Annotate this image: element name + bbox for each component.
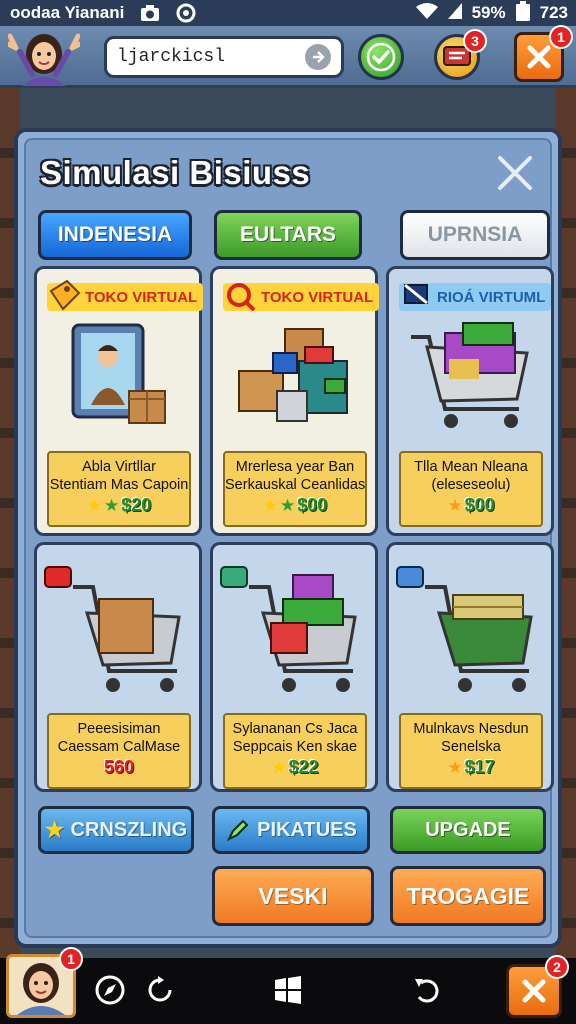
nav-close-badge: 2 (545, 955, 569, 979)
back-icon[interactable] (408, 972, 444, 1008)
refresh-icon[interactable] (142, 972, 178, 1008)
signal-icon (447, 2, 462, 24)
compass-icon[interactable] (92, 972, 128, 1008)
star-icon: ★ (271, 757, 287, 777)
star-icon: ★ (103, 495, 120, 515)
flag-tag-icon (404, 283, 428, 305)
close-icon (522, 979, 546, 1003)
card-price: 560 (103, 757, 135, 777)
card-price: $20 (121, 495, 152, 515)
virtual-shop-illustration (71, 323, 166, 424)
tab-indenesia[interactable]: INDENESIA (38, 210, 192, 260)
search-value: ljarckicsl (117, 47, 226, 67)
card-name: Mrerlesa year Ban (235, 459, 355, 475)
star-icon: ★ (44, 817, 65, 842)
card-subtitle: Seppcais Ken skae (232, 739, 358, 755)
card-info: Mulnkavs Nesdun Senelska ★ $17 (399, 713, 543, 789)
close-game-button[interactable]: 1 (514, 25, 573, 82)
checkmark-icon (366, 42, 396, 72)
card-subtitle: (eleseseolu) (431, 477, 511, 493)
card-tag: RIOÁ VIRTUML (399, 283, 552, 311)
cart-with-gifts-illustration (220, 566, 357, 692)
upgade-button[interactable]: UPGADE (390, 806, 546, 854)
dialog-body: Simulasi Bisiuss INDENESIA EULTARS UPRNS… (24, 138, 554, 938)
card-price: $00 (464, 495, 495, 515)
price-tag-icon (49, 279, 81, 311)
status-bar: oodaa Yianani 59% 723 (0, 0, 576, 26)
pikatues-button[interactable]: PIKATUES (212, 806, 370, 854)
pencil-icon (226, 819, 249, 842)
card-price: $17 (464, 757, 495, 777)
settings-icon (176, 3, 196, 23)
dialog-title: Simulasi Bisiuss (40, 154, 311, 191)
card-name: Tlla Mean Nleana (414, 459, 528, 475)
cart-with-crates-illustration (396, 566, 533, 692)
cart-with-box-illustration (44, 566, 181, 692)
nav-close-button[interactable]: 2 (506, 955, 569, 1018)
product-card[interactable]: TOKO VIRTUAL Abla Virtllar Stentiam Mas … (34, 266, 204, 536)
card-info: Mrerlesa year Ban Serkauskal Ceanlidas ★… (223, 451, 367, 527)
confirm-button[interactable] (358, 34, 404, 80)
messages-badge: 3 (463, 29, 487, 53)
full-cart-illustration (411, 322, 529, 428)
star-icon: ★ (447, 495, 463, 515)
close-icon (527, 45, 551, 69)
top-bar: ljarckicsl 3 1 (0, 25, 576, 88)
card-name: Sylananan Cs Jaca (232, 721, 358, 737)
star-icon: ★ (86, 495, 102, 515)
card-tag: TOKO VIRTUAL (223, 283, 380, 312)
product-card[interactable]: Sylananan Cs Jaca Seppcais Ken skae ★ $2… (210, 542, 378, 792)
star-icon: ★ (447, 757, 463, 777)
close-badge: 1 (549, 25, 573, 49)
crnszling-button[interactable]: ★ CRNSZLING (38, 806, 194, 854)
product-card[interactable]: TOKO VIRTUAL Mrerlesa year Ban Serkauska… (210, 266, 380, 536)
status-bar-title: oodaa Yianani (10, 3, 125, 22)
card-price: $22 (288, 757, 319, 777)
profile-button[interactable]: 1 (6, 947, 83, 1018)
card-name: Abla Virtllar (82, 459, 156, 475)
veski-button[interactable]: VESKI (212, 866, 374, 926)
player-avatar[interactable] (5, 28, 83, 86)
messages-button[interactable]: 3 (434, 29, 487, 80)
card-info: Sylananan Cs Jaca Seppcais Ken skae ★ $2… (223, 713, 367, 789)
battery-percent: 59% (471, 3, 506, 22)
dialog-close-icon[interactable] (496, 154, 534, 192)
camera-icon (140, 3, 160, 23)
shop-goods-illustration (238, 328, 348, 422)
card-tag: TOKO VIRTUAL (47, 279, 204, 311)
card-subtitle: Stentiam Mas Capoin (49, 477, 189, 493)
star-icon: ★ (262, 495, 278, 515)
tab-eultars[interactable]: EULTARS (214, 210, 362, 260)
navigation-bar: 1 2 (0, 947, 576, 1024)
card-name: Mulnkavs Nesdun (413, 721, 529, 737)
profile-badge: 1 (59, 947, 83, 971)
trogagie-button[interactable]: TROGAGIE (390, 866, 546, 926)
card-subtitle: Senelska (441, 739, 501, 755)
tab-uprnsia[interactable]: UPRNSIA (400, 210, 550, 260)
card-name: Peeesisiman (77, 721, 161, 737)
star-icon: ★ (279, 495, 296, 515)
card-subtitle: Serkauskal Ceanlidas (225, 477, 366, 493)
product-card[interactable]: RIOÁ VIRTUML Tlla Mean Nleana (eleseseol… (386, 266, 554, 536)
card-info: Tlla Mean Nleana (eleseseolu) ★ $00 (399, 451, 543, 527)
product-card[interactable]: Mulnkavs Nesdun Senelska ★ $17 (386, 542, 554, 792)
card-price: $00 (297, 495, 328, 515)
card-subtitle: Caessam CalMase (57, 739, 181, 755)
product-card[interactable]: Peeesisiman Caessam CalMase 560 (34, 542, 202, 792)
clear-search-icon[interactable] (305, 44, 331, 70)
clock: 723 (539, 3, 568, 22)
card-info: Peeesisiman Caessam CalMase 560 (47, 713, 191, 789)
card-info: Abla Virtllar Stentiam Mas Capoin ★ ★ $2… (47, 451, 191, 527)
battery-icon (515, 0, 530, 26)
windows-icon[interactable] (270, 972, 306, 1008)
search-input[interactable]: ljarckicsl (104, 36, 344, 78)
search-tag-icon (227, 283, 256, 312)
business-dialog: Simulasi Bisiuss INDENESIA EULTARS UPRNS… (14, 128, 562, 948)
wifi-icon (415, 2, 438, 24)
